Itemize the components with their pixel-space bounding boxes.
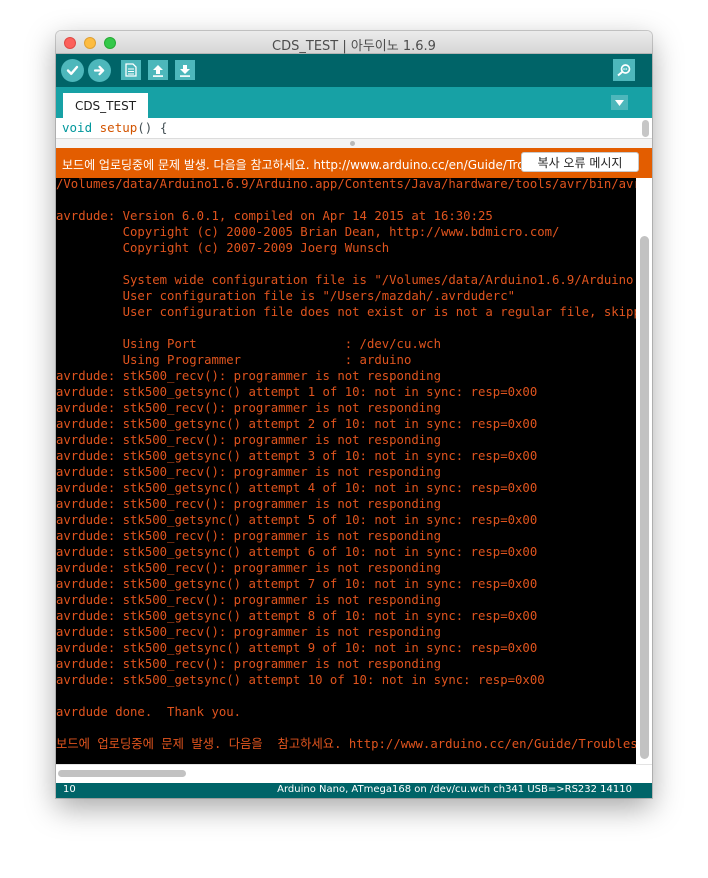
- console-line: avrdude: Version 6.0.1, compiled on Apr …: [56, 209, 493, 223]
- console-vertical-scrollbar[interactable]: [636, 178, 652, 764]
- line-number: 10: [63, 784, 76, 795]
- console-line: avrdude: stk500_getsync() attempt 2 of 1…: [56, 417, 538, 431]
- console-line: avrdude done. Thank you.: [56, 705, 242, 719]
- console-line: avrdude: stk500_getsync() attempt 7 of 1…: [56, 577, 538, 591]
- console-line: avrdude: stk500_getsync() attempt 9 of 1…: [56, 641, 538, 655]
- console-line: avrdude: stk500_getsync() attempt 6 of 1…: [56, 545, 538, 559]
- divider-handle-icon: [350, 141, 355, 146]
- serial-monitor-button[interactable]: [613, 59, 635, 81]
- save-down-arrow-icon: [180, 64, 190, 77]
- error-bar: 보드에 업로딩중에 문제 발생. 다음을 참고하세요. http://www.a…: [56, 148, 652, 178]
- code-function: setup: [99, 120, 138, 135]
- console-line: avrdude: stk500_getsync() attempt 10 of …: [56, 673, 545, 687]
- console-horizontal-scrollbar[interactable]: [56, 764, 652, 783]
- console-line: User configuration file is "/Users/mazda…: [56, 289, 516, 303]
- console-line: Copyright (c) 2000-2005 Brian Dean, http…: [56, 225, 560, 239]
- console-line: avrdude: stk500_recv(): programmer is no…: [56, 369, 441, 383]
- code-editor[interactable]: void setup() {: [56, 118, 652, 138]
- console-lines: /Volumes/data/Arduino1.6.9/Arduino.app/C…: [56, 178, 652, 752]
- arrow-right-icon: [93, 65, 105, 76]
- code-keyword: void: [62, 120, 93, 135]
- tab-cds-test[interactable]: CDS_TEST: [63, 93, 148, 118]
- toolbar: [56, 54, 652, 87]
- checkmark-icon: [66, 65, 79, 75]
- console-line: avrdude: stk500_recv(): programmer is no…: [56, 465, 441, 479]
- console-line: avrdude: stk500_recv(): programmer is no…: [56, 433, 441, 447]
- arduino-ide-window: CDS_TEST | 아두이노 1.6.9 CDS_TEST void setu…: [56, 31, 652, 798]
- console-line: avrdude: stk500_recv(): programmer is no…: [56, 529, 441, 543]
- new-sketch-button[interactable]: [121, 60, 141, 80]
- console-line: Using Port : /dev/cu.wch: [56, 337, 441, 351]
- verify-button[interactable]: [61, 59, 84, 82]
- open-up-arrow-icon: [153, 64, 163, 77]
- code-rest: () {: [137, 120, 168, 135]
- tab-bar: CDS_TEST: [56, 87, 652, 118]
- console-line: avrdude: stk500_recv(): programmer is no…: [56, 497, 441, 511]
- console-line: avrdude: stk500_getsync() attempt 8 of 1…: [56, 609, 538, 623]
- tab-menu-button[interactable]: [611, 95, 628, 110]
- console-line: avrdude: stk500_recv(): programmer is no…: [56, 593, 441, 607]
- console-line: Using Programmer : arduino: [56, 353, 412, 367]
- console-line: 보드에 업로딩중에 문제 발생. 다음을 참고하세요. http://www.a…: [56, 737, 652, 751]
- save-sketch-button[interactable]: [175, 60, 195, 80]
- console-horizontal-scroll-thumb[interactable]: [58, 770, 186, 777]
- title-bar: CDS_TEST | 아두이노 1.6.9: [56, 31, 652, 54]
- console-line: System wide configuration file is "/Volu…: [56, 273, 652, 287]
- console-line: avrdude: stk500_recv(): programmer is no…: [56, 561, 441, 575]
- magnifier-icon: [617, 64, 631, 77]
- console-line: avrdude: stk500_recv(): programmer is no…: [56, 657, 441, 671]
- window-title: CDS_TEST | 아두이노 1.6.9: [272, 39, 436, 54]
- triangle-down-icon: [615, 99, 624, 106]
- status-bar: 10 Arduino Nano, ATmega168 on /dev/cu.wc…: [56, 783, 652, 798]
- new-file-icon: [125, 63, 137, 77]
- console-output: /Volumes/data/Arduino1.6.9/Arduino.app/C…: [56, 178, 652, 783]
- console-line: /Volumes/data/Arduino1.6.9/Arduino.app/C…: [56, 178, 652, 191]
- copy-error-button[interactable]: 복사 오류 메시지: [521, 152, 639, 172]
- console-line: avrdude: stk500_getsync() attempt 3 of 1…: [56, 449, 538, 463]
- console-line: avrdude: stk500_recv(): programmer is no…: [56, 401, 441, 415]
- console-line: avrdude: stk500_getsync() attempt 1 of 1…: [56, 385, 538, 399]
- console-line: avrdude: stk500_recv(): programmer is no…: [56, 625, 441, 639]
- console-line: avrdude: stk500_getsync() attempt 5 of 1…: [56, 513, 538, 527]
- editor-scrollbar[interactable]: [642, 120, 649, 137]
- board-info: Arduino Nano, ATmega168 on /dev/cu.wch c…: [277, 784, 632, 795]
- console-vertical-scroll-thumb[interactable]: [640, 236, 649, 759]
- console-line: avrdude: stk500_getsync() attempt 4 of 1…: [56, 481, 538, 495]
- console-line: User configuration file does not exist o…: [56, 305, 652, 319]
- code-line: void setup() {: [62, 120, 167, 135]
- upload-button[interactable]: [88, 59, 111, 82]
- console-line: Copyright (c) 2007-2009 Joerg Wunsch: [56, 241, 390, 255]
- open-sketch-button[interactable]: [148, 60, 168, 80]
